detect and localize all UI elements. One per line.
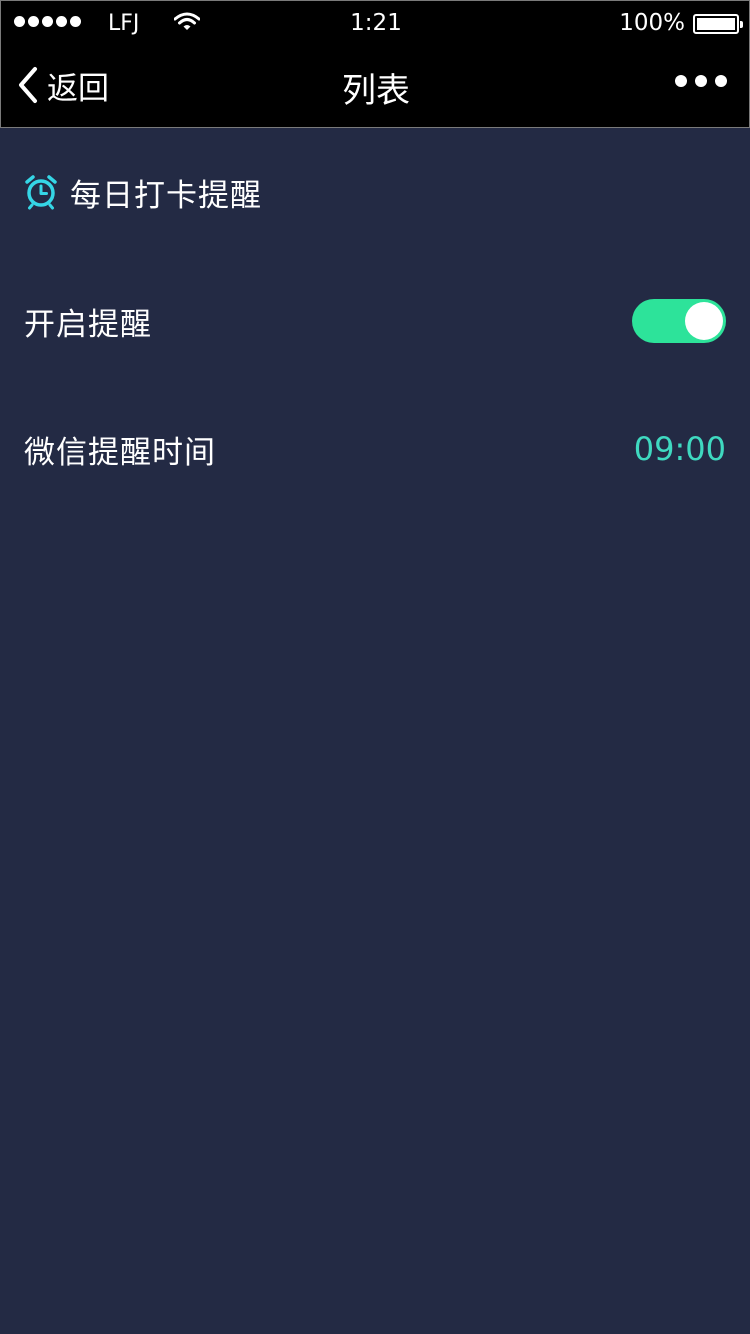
more-dot-icon xyxy=(695,75,707,87)
top-bar: LFJ 1:21 100% 返回 列表 xyxy=(0,0,750,128)
battery-icon xyxy=(693,14,743,34)
more-dot-icon xyxy=(715,75,727,87)
back-label: 返回 xyxy=(47,70,109,107)
app-screen: LFJ 1:21 100% 返回 列表 每日打卡提醒 开启提醒 微信提醒时间 0… xyxy=(0,0,750,1334)
reminder-time-label: 微信提醒时间 xyxy=(24,434,216,471)
back-button[interactable]: 返回 xyxy=(17,63,109,107)
more-options-button[interactable] xyxy=(675,75,727,87)
reminder-toggle[interactable] xyxy=(632,299,726,343)
reminder-time-value[interactable]: 09:00 xyxy=(634,430,726,468)
more-dot-icon xyxy=(675,75,687,87)
navigation-bar: 返回 列表 xyxy=(1,45,750,129)
chevron-left-icon xyxy=(19,67,37,103)
battery-percentage: 100% xyxy=(619,10,685,36)
page-title: 列表 xyxy=(342,71,410,111)
alarm-clock-icon xyxy=(25,175,57,210)
section-header: 每日打卡提醒 xyxy=(24,170,262,214)
section-title: 每日打卡提醒 xyxy=(70,177,262,214)
status-bar: LFJ 1:21 100% xyxy=(1,1,750,45)
reminder-time-row[interactable]: 微信提醒时间 09:00 xyxy=(24,419,726,479)
reminder-label: 开启提醒 xyxy=(24,306,152,343)
toggle-knob xyxy=(685,302,723,340)
reminder-toggle-row: 开启提醒 xyxy=(24,291,726,351)
